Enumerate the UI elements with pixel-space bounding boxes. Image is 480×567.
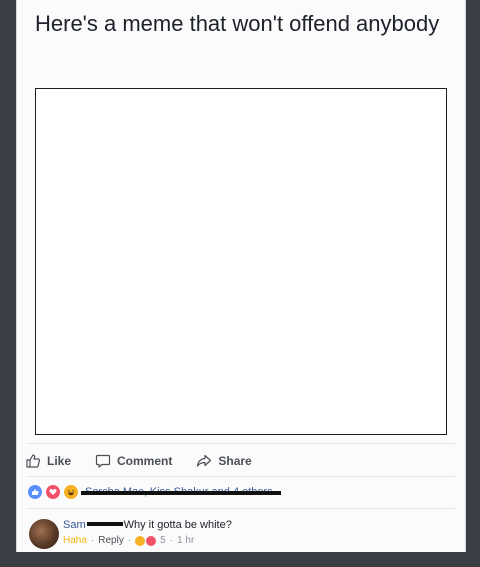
post-text: Here's a meme that won't offend anybody [35, 11, 440, 36]
love-reaction-icon [45, 484, 61, 500]
comment-label: Comment [117, 454, 173, 468]
like-reaction-icon [27, 484, 43, 500]
commenter-name[interactable]: Sam [63, 519, 86, 531]
comment: Sam Why it gotta be white? Haha · Reply ·… [29, 516, 459, 550]
haha-reaction-icon [63, 484, 79, 500]
comment-text: Why it gotta be white? [123, 519, 232, 531]
name-redaction [86, 522, 123, 527]
comment-reply-button[interactable]: Reply [98, 535, 124, 546]
like-label: Like [47, 454, 72, 468]
share-label: Share [218, 454, 252, 468]
thumbs-up-icon [25, 453, 41, 469]
redaction-bar [81, 491, 281, 495]
comment-bubble-icon [95, 453, 111, 469]
reactions-summary[interactable]: Sorcha Mac, Kiss Shakur and 4 others [27, 484, 281, 500]
comment-meta: Haha · Reply · 5 · 1 hr [63, 535, 195, 546]
share-arrow-icon [196, 453, 212, 469]
haha-reaction-icon [135, 535, 146, 546]
meme-image-blank[interactable] [35, 88, 447, 435]
comment-body: Sam Why it gotta be white? [63, 519, 232, 531]
post-card: Here's a meme that won't offend anybody … [16, 0, 466, 552]
love-reaction-icon [146, 535, 157, 546]
divider [27, 508, 455, 509]
share-button[interactable]: Share [196, 453, 252, 469]
like-button[interactable]: Like [25, 453, 71, 469]
comment-button[interactable]: Comment [95, 453, 172, 469]
comment-timestamp[interactable]: 1 hr [177, 535, 194, 546]
comment-haha-button[interactable]: Haha [63, 535, 87, 546]
comment-reaction-count[interactable]: 5 [160, 535, 166, 546]
post-actions: Like Comment Share [25, 450, 455, 472]
avatar[interactable] [29, 519, 59, 549]
divider [27, 476, 455, 477]
reactors-names[interactable]: Sorcha Mac, Kiss Shakur and 4 others [81, 486, 281, 498]
divider [27, 443, 455, 444]
